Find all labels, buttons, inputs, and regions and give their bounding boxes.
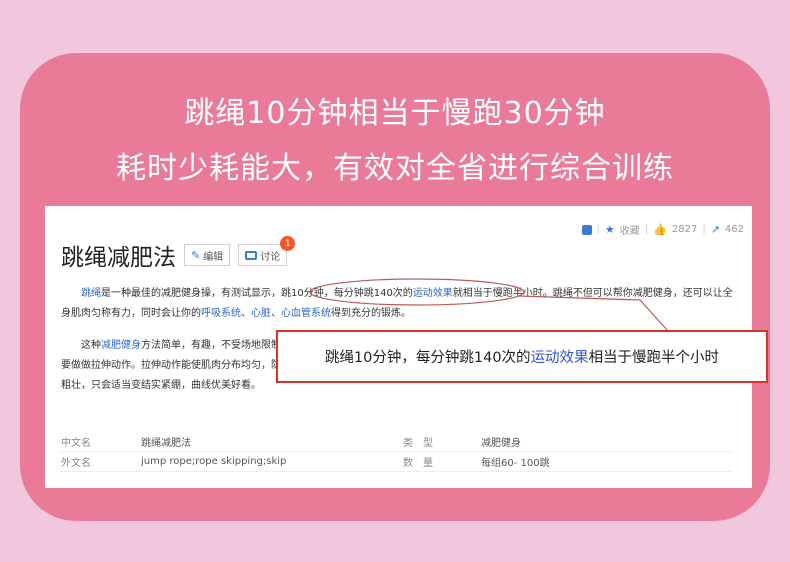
pointer-line (518, 295, 669, 332)
callout-highlight: 运动效果 (530, 350, 589, 366)
highlight-ellipse (309, 278, 525, 306)
callout-text-b: 相当于慢跑半个小时 (588, 350, 720, 366)
callout-box: 跳绳10分钟，每分钟跳140次的 运动效果 相当于慢跑半个小时 (276, 330, 768, 383)
callout-pointer (309, 278, 669, 332)
callout-text-a: 跳绳10分钟，每分钟跳140次的 (324, 350, 531, 366)
